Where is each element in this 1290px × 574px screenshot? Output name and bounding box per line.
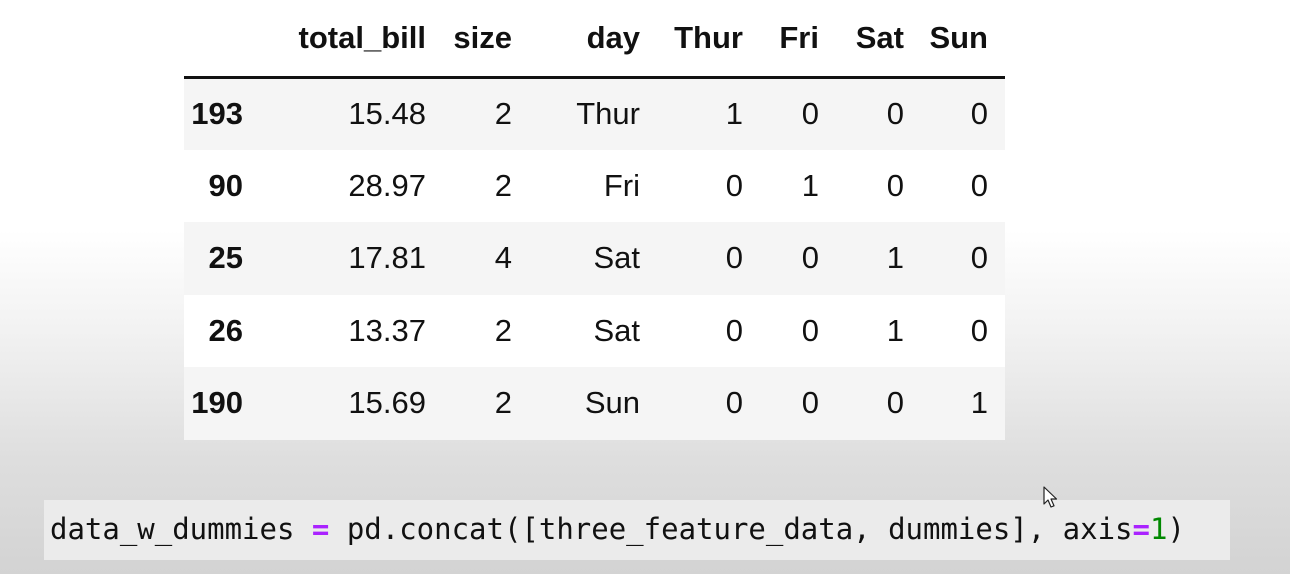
- cell-total-bill: 17.81: [348, 240, 426, 276]
- cell-thur: 1: [725, 96, 743, 131]
- cell-thur: 0: [725, 167, 743, 203]
- cell-fri: 0: [801, 385, 819, 421]
- code-variable: data_w_dummies: [50, 512, 312, 546]
- keyword-equals-operator: =: [1132, 512, 1150, 546]
- column-header-thur: Thur: [657, 0, 760, 79]
- column-header-total-bill: total_bill: [272, 0, 443, 79]
- table-row: 90 28.97 2 Fri 0 1 0 0: [184, 149, 1005, 222]
- cell-size: 2: [494, 167, 512, 203]
- cell-total-bill: 28.97: [348, 167, 426, 203]
- cell-sun: 0: [970, 96, 988, 131]
- cell-sat: 0: [886, 167, 904, 203]
- row-index: 26: [208, 312, 243, 348]
- cell-total-bill: 15.69: [348, 385, 426, 421]
- cell-fri: 0: [801, 96, 819, 131]
- mouse-pointer-icon: [1043, 486, 1059, 510]
- cell-size: 2: [494, 385, 512, 421]
- cell-total-bill: 15.48: [348, 96, 426, 131]
- cell-sat: 1: [886, 312, 904, 348]
- cell-sun: 0: [970, 240, 988, 276]
- index-header: [184, 0, 272, 79]
- cell-day: Fri: [603, 167, 640, 203]
- column-header-size: size: [443, 0, 529, 79]
- cell-thur: 0: [725, 385, 743, 421]
- cell-sun: 0: [970, 312, 988, 348]
- cell-total-bill: 13.37: [348, 312, 426, 348]
- cell-thur: 0: [725, 240, 743, 276]
- dataframe-output: total_bill size day Thur Fri Sat Sun 193…: [184, 0, 1005, 440]
- row-index: 190: [191, 385, 243, 421]
- cell-sat: 0: [886, 96, 904, 131]
- cell-fri: 1: [801, 167, 819, 203]
- row-index: 90: [208, 167, 243, 203]
- table-row: 26 13.37 2 Sat 0 0 1 0: [184, 294, 1005, 367]
- column-header-sat: Sat: [836, 0, 921, 79]
- code-close-paren: ): [1167, 512, 1185, 546]
- cell-fri: 0: [801, 240, 819, 276]
- cell-thur: 0: [725, 312, 743, 348]
- row-index: 193: [191, 96, 243, 131]
- cell-sun: 1: [970, 385, 988, 421]
- column-header-day: day: [529, 0, 657, 79]
- code-line[interactable]: data_w_dummies = pd.concat([three_featur…: [50, 510, 1185, 548]
- axis-number: 1: [1149, 512, 1168, 546]
- cell-size: 2: [494, 96, 512, 131]
- header-row: total_bill size day Thur Fri Sat Sun: [184, 0, 1005, 79]
- table-row: 190 15.69 2 Sun 0 0 0 1: [184, 367, 1005, 440]
- table-row: 193 15.48 2 Thur 1 0 0 0: [184, 77, 1005, 150]
- column-header-fri: Fri: [760, 0, 836, 79]
- assign-operator: =: [311, 512, 330, 546]
- cell-day: Sun: [584, 385, 640, 421]
- cell-day: Sat: [593, 312, 640, 348]
- cell-size: 4: [494, 240, 512, 276]
- cell-sun: 0: [970, 167, 988, 203]
- cell-sat: 1: [886, 240, 904, 276]
- code-call: pd.concat([three_feature_data, dummies],…: [329, 512, 1133, 546]
- column-header-sun: Sun: [921, 0, 1005, 79]
- dataframe-table: total_bill size day Thur Fri Sat Sun 193…: [184, 0, 1005, 440]
- cell-day: Sat: [593, 240, 640, 276]
- cell-fri: 0: [801, 312, 819, 348]
- cell-sat: 0: [886, 385, 904, 421]
- table-row: 25 17.81 4 Sat 0 0 1 0: [184, 222, 1005, 295]
- row-index: 25: [208, 240, 243, 276]
- cell-day: Thur: [576, 96, 640, 131]
- cell-size: 2: [494, 312, 512, 348]
